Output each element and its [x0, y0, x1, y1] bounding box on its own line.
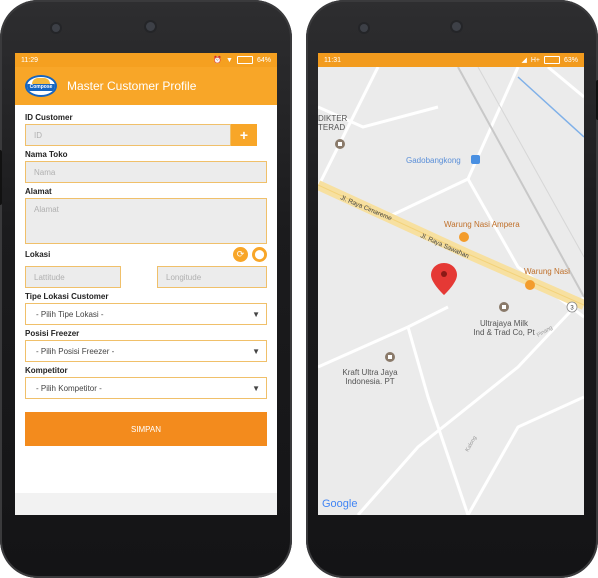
battery-icon: [236, 56, 253, 64]
refresh-location-button[interactable]: ⟳: [233, 247, 248, 262]
left-phone: 11:29 ⏰ ▼ 64% Compose Master Customer Pr…: [0, 0, 292, 578]
map-pin-icon: ⬤: [254, 249, 265, 259]
status-time: 11:31: [324, 56, 341, 64]
alamat-input[interactable]: Alamat: [25, 198, 267, 244]
google-logo: Google: [322, 498, 357, 510]
kompetitor-label: Kompetitor: [25, 366, 68, 375]
bottom-bar: [15, 493, 277, 515]
right-phone: 11:31 ◢ H+ 63% 3 Jl. Raya Cimareme Jl. R…: [306, 0, 598, 578]
app-logo: Compose: [25, 75, 57, 97]
left-screen: 11:29 ⏰ ▼ 64% Compose Master Customer Pr…: [15, 53, 277, 515]
poi-label-ultrajaya-2: Ind & Trad Co, Pt: [473, 328, 535, 337]
posisi-freezer-select[interactable]: - Pilih Posisi Freezer - ▼: [25, 340, 267, 362]
battery-level: 63%: [563, 56, 578, 64]
kompetitor-value: - Pilih Kompetitor -: [36, 383, 102, 393]
refresh-icon: ⟳: [236, 249, 245, 259]
poi-label-warung-ampera: Warung Nasi Ampera: [444, 220, 520, 229]
poi-label-kraft-1: Kraft Ultra Jaya: [342, 368, 398, 377]
id-customer-input[interactable]: ID: [25, 124, 231, 146]
bus-stop-icon[interactable]: [471, 155, 480, 164]
wifi-icon: ▼: [226, 56, 233, 64]
dropdown-arrow-icon: ▼: [252, 383, 260, 393]
front-camera: [146, 22, 155, 31]
posisi-freezer-value: - Pilih Posisi Freezer -: [36, 346, 115, 356]
lokasi-label: Lokasi: [25, 249, 51, 259]
dropdown-arrow-icon: ▼: [252, 309, 260, 319]
volume-button: [0, 150, 2, 205]
kompetitor-select[interactable]: - Pilih Kompetitor - ▼: [25, 377, 267, 399]
status-bar: 11:31 ◢ H+ 63%: [318, 53, 584, 67]
add-id-button[interactable]: +: [231, 124, 257, 146]
poi-label-dikter: DIKTER: [318, 114, 348, 123]
tipe-lokasi-select[interactable]: - Pilih Tipe Lokasi - ▼: [25, 303, 267, 325]
poi-label-gadobangkong: Gadobangkong: [406, 156, 461, 165]
battery-level: 64%: [256, 56, 271, 64]
restaurant-icon[interactable]: [525, 280, 535, 290]
front-sensor: [52, 24, 60, 32]
network-type: H+: [530, 56, 540, 64]
alamat-label: Alamat: [25, 187, 52, 196]
poi-label-ultrajaya-1: Ultrajaya Milk: [480, 319, 529, 328]
poi-label-kraft-2: Indonesia. PT: [345, 377, 394, 386]
simpan-button[interactable]: SIMPAN: [25, 412, 267, 446]
battery-icon: [543, 56, 560, 64]
status-icons: ◢ H+ 63%: [521, 56, 578, 64]
pick-map-location-button[interactable]: ⬤: [252, 247, 267, 262]
poi-label-terad: TERAD: [318, 123, 345, 132]
front-camera: [452, 22, 461, 31]
posisi-freezer-label: Posisi Freezer: [25, 329, 80, 338]
status-icons: ⏰ ▼ 64%: [213, 56, 271, 64]
nama-toko-label: Nama Toko: [25, 150, 68, 159]
poi-label-warung-nasi: Warung Nasi: [524, 267, 570, 276]
alarm-icon: ⏰: [213, 57, 223, 64]
logo-text: Compose: [27, 84, 55, 91]
restaurant-icon[interactable]: [459, 232, 469, 242]
right-screen: 11:31 ◢ H+ 63% 3 Jl. Raya Cimareme Jl. R…: [318, 53, 584, 515]
status-bar: 11:29 ⏰ ▼ 64%: [15, 53, 277, 67]
front-sensor: [360, 24, 368, 32]
map-canvas[interactable]: 3 Jl. Raya Cimareme Jl. Raya Sawahan Pin…: [318, 67, 584, 515]
longitude-input[interactable]: Longitude: [157, 266, 267, 288]
nama-toko-input[interactable]: Nama: [25, 161, 267, 183]
latitude-input[interactable]: Lattitude: [25, 266, 121, 288]
tipe-lokasi-label: Tipe Lokasi Customer: [25, 292, 109, 301]
page-title: Master Customer Profile: [67, 79, 197, 93]
status-time: 11:29: [21, 56, 38, 64]
id-customer-label: ID Customer: [25, 113, 73, 122]
app-bar: Compose Master Customer Profile: [15, 67, 277, 105]
signal-icon: ◢: [521, 57, 527, 64]
dropdown-arrow-icon: ▼: [252, 346, 260, 356]
customer-form: ID Customer ID + Nama Toko Nama Alamat A…: [15, 105, 277, 446]
map-view[interactable]: 3 Jl. Raya Cimareme Jl. Raya Sawahan Pin…: [318, 67, 584, 515]
tipe-lokasi-value: - Pilih Tipe Lokasi -: [36, 309, 104, 319]
